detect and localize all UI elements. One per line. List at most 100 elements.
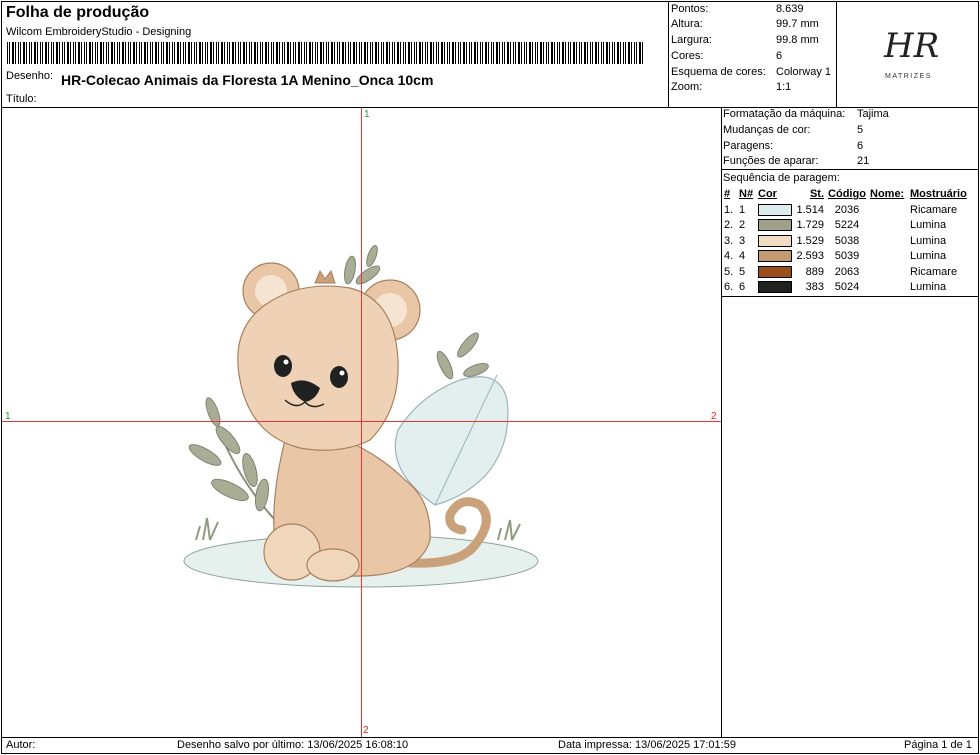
- stat-value: 8.639: [776, 3, 804, 15]
- stat-label: Altura:: [671, 18, 703, 30]
- stat-value: 1:1: [776, 81, 792, 93]
- stat-label: Zoom:: [671, 81, 703, 93]
- row-chart: Ricamare: [910, 203, 958, 216]
- row-name: [868, 249, 908, 265]
- sheet-title: Folha de produção: [6, 4, 150, 21]
- title-label: Título:: [6, 93, 37, 105]
- color-swatch: [758, 203, 792, 216]
- sequence-title: Sequência de paragem:: [723, 172, 840, 184]
- top-sprig: [344, 245, 381, 285]
- row-index: 5.: [724, 265, 734, 278]
- marker-left: 1: [5, 411, 11, 422]
- footer-page: Página 1 de 1: [904, 739, 972, 751]
- row-stitches: 889: [805, 265, 824, 278]
- footer-saved: Desenho salvo por último: 13/06/2025 16:…: [177, 739, 409, 751]
- row-stitches: 1.529: [796, 234, 824, 247]
- row-chart: Ricamare: [910, 265, 958, 278]
- row-index: 3.: [724, 234, 734, 247]
- barcode: [7, 42, 643, 64]
- row-code: 5024: [834, 281, 860, 294]
- table-row: 2. 2 1.729 5224 Lumina: [722, 218, 969, 234]
- col-name: Nome:: [870, 188, 905, 201]
- machine-label: Formatação da máquina:: [723, 108, 846, 120]
- row-index: 2.: [724, 219, 734, 232]
- row-stitches: 1.729: [796, 219, 824, 232]
- row-name: [868, 280, 908, 296]
- side-blank-panel: [721, 296, 979, 738]
- right-sprig: [436, 332, 489, 380]
- row-number: 1: [739, 203, 746, 216]
- col-code: Código: [828, 188, 866, 201]
- row-chart: Lumina: [910, 281, 947, 294]
- registration-line-vertical: [361, 108, 362, 737]
- stat-label: Largura:: [671, 34, 712, 46]
- col-chart: Mostruário: [910, 188, 967, 201]
- marker-right: 2: [711, 411, 717, 422]
- row-stitches: 383: [805, 281, 824, 294]
- row-code: 5038: [834, 234, 860, 247]
- design-label: Desenho:: [6, 70, 54, 82]
- footer-printed: Data impressa: 13/06/2025 17:01:59: [558, 739, 736, 751]
- color-swatch: [758, 250, 792, 263]
- eye-right: [330, 366, 348, 388]
- machine-label: Funções de aparar:: [723, 155, 819, 167]
- row-name: [868, 234, 908, 250]
- stat-value: Colorway 1: [776, 66, 832, 78]
- stat-label: Cores:: [671, 50, 704, 62]
- row-color: [756, 203, 794, 219]
- table-row: 6. 6 383 5024 Lumina: [722, 280, 969, 296]
- row-chart: Lumina: [910, 234, 947, 247]
- table-row: 1. 1 1.514 2036 Ricamare: [722, 203, 969, 219]
- design-name: HR-Colecao Animais da Floresta 1A Menino…: [61, 72, 434, 88]
- row-code: 5224: [834, 219, 860, 232]
- eye-left: [274, 355, 292, 377]
- table-row: 5. 5 889 2063 Ricamare: [722, 265, 969, 281]
- row-number: 4: [739, 250, 746, 263]
- color-swatch: [758, 234, 792, 247]
- software-name: Wilcom EmbroideryStudio - Designing: [6, 26, 192, 38]
- col-color: Cor: [758, 188, 777, 201]
- footer-author: Autor:: [6, 739, 36, 751]
- col-stitches: St.: [809, 188, 824, 201]
- row-number: 5: [739, 265, 746, 278]
- logo-subtitle: MATRIZES: [885, 73, 932, 80]
- sequence-header-row: # N# Cor St. Código Nome: Mostruário: [722, 187, 969, 203]
- row-chart: Lumina: [910, 250, 947, 263]
- row-name: [868, 203, 908, 219]
- col-number: N#: [739, 188, 754, 201]
- machine-label: Paragens:: [723, 140, 774, 152]
- machine-label: Mudanças de cor:: [723, 124, 811, 136]
- row-stitches: 1.514: [796, 203, 824, 216]
- stat-value: 6: [776, 50, 783, 62]
- row-number: 6: [739, 281, 746, 294]
- color-swatch: [758, 265, 792, 278]
- row-index: 1.: [724, 203, 734, 216]
- paw-right: [306, 548, 360, 582]
- footer-bar: [1, 737, 979, 754]
- registration-line-horizontal: [2, 421, 721, 422]
- row-color: [756, 218, 794, 234]
- row-code: 2063: [834, 265, 860, 278]
- row-color: [756, 234, 794, 250]
- row-code: 5039: [834, 250, 860, 263]
- table-row: 3. 3 1.529 5038 Lumina: [722, 234, 969, 250]
- machine-value: 21: [857, 155, 870, 167]
- row-code: 2036: [834, 203, 860, 216]
- color-swatch: [758, 281, 792, 294]
- row-name: [868, 265, 908, 281]
- table-row: 4. 4 2.593 5039 Lumina: [722, 249, 969, 265]
- row-color: [756, 265, 794, 281]
- marker-bottom: 2: [363, 725, 369, 736]
- cub-head: [237, 285, 399, 451]
- row-index: 6.: [724, 281, 734, 294]
- row-index: 4.: [724, 250, 734, 263]
- col-index: #: [724, 188, 731, 201]
- color-swatch: [758, 219, 792, 232]
- stat-label: Pontos:: [671, 3, 709, 15]
- machine-value: Tajima: [857, 108, 889, 120]
- row-number: 3: [739, 234, 746, 247]
- machine-value: 5: [857, 124, 864, 136]
- machine-value: 6: [857, 140, 864, 152]
- row-name: [868, 218, 908, 234]
- row-chart: Lumina: [910, 219, 947, 232]
